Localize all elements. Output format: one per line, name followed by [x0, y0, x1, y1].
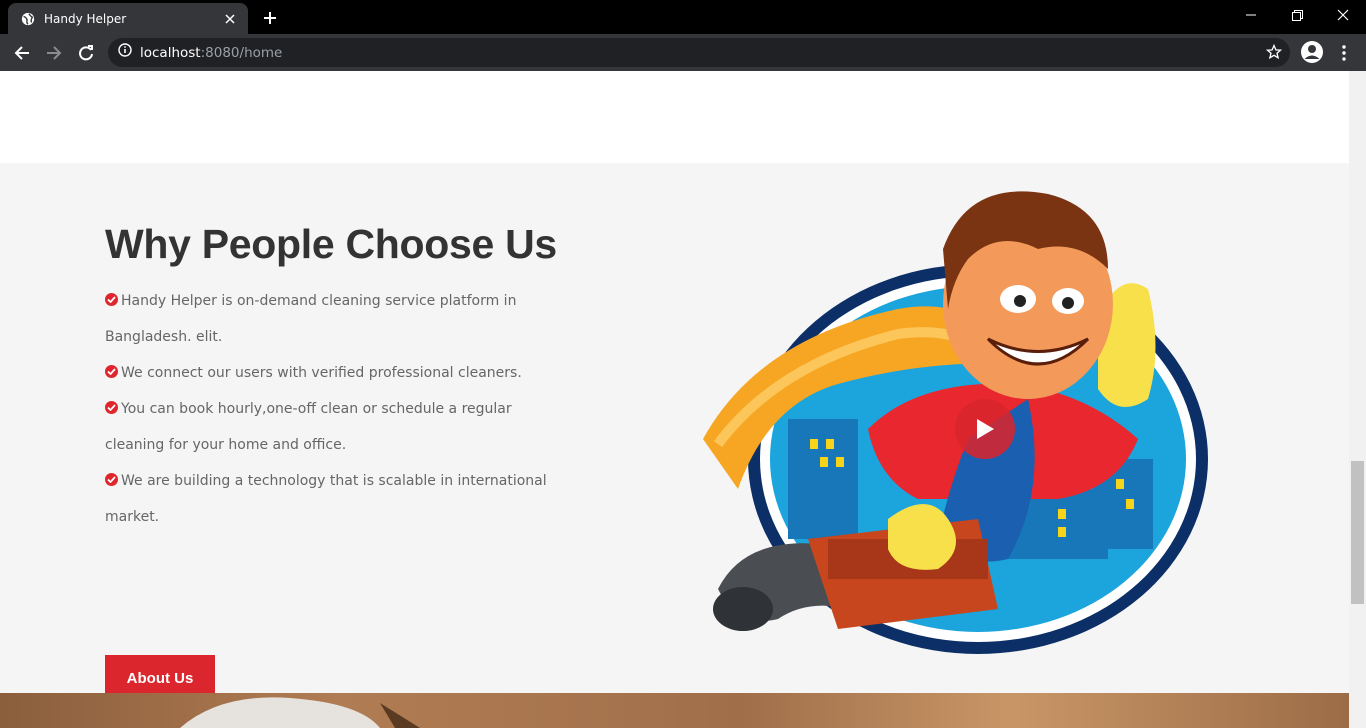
list-item: We are building a technology that is sca… — [105, 463, 575, 535]
url-host: localhost — [140, 44, 201, 61]
address-bar[interactable]: localhost:8080/home — [108, 38, 1290, 67]
play-icon — [977, 419, 994, 439]
browser-tab[interactable]: Handy Helper — [8, 3, 248, 34]
list-item: We connect our users with verified profe… — [105, 355, 575, 391]
reload-icon[interactable] — [73, 40, 99, 66]
check-circle-icon — [105, 473, 118, 486]
profile-icon[interactable] — [1300, 40, 1324, 64]
browser-toolbar: localhost:8080/home — [0, 34, 1366, 71]
reasons-list: Handy Helper is on-demand cleaning servi… — [105, 283, 575, 535]
back-icon[interactable] — [9, 40, 35, 66]
play-video-button[interactable] — [955, 399, 1015, 459]
section-title: Why People Choose Us — [105, 221, 557, 267]
forward-icon[interactable] — [41, 40, 67, 66]
scrollbar-thumb[interactable] — [1351, 461, 1364, 604]
check-circle-icon — [105, 401, 118, 414]
tab-strip: Handy Helper — [0, 0, 1366, 34]
tab-title: Handy Helper — [44, 11, 127, 26]
close-icon[interactable] — [222, 11, 238, 27]
list-item: Handy Helper is on-demand cleaning servi… — [105, 283, 575, 355]
plus-icon[interactable] — [258, 6, 282, 30]
list-item: You can book hourly,one-off clean or sch… — [105, 391, 575, 463]
check-circle-icon — [105, 365, 118, 378]
kebab-icon[interactable] — [1336, 42, 1352, 64]
handyman-mascot-image — [703, 191, 1208, 654]
globe-icon — [20, 11, 36, 27]
list-item-text: We connect our users with verified profe… — [121, 365, 522, 381]
page-scrollbar[interactable] — [1349, 71, 1366, 728]
page-viewport: Why People Choose Us Handy Helper is on-… — [0, 71, 1366, 728]
next-section-banner-image — [0, 693, 1349, 728]
check-circle-icon — [105, 293, 118, 306]
top-spacer — [0, 71, 1349, 163]
info-icon[interactable] — [118, 43, 132, 62]
list-item-text: You can book hourly,one-off clean or sch… — [105, 401, 512, 453]
minimize-icon[interactable] — [1228, 0, 1274, 30]
list-item-text: Handy Helper is on-demand cleaning servi… — [105, 293, 517, 345]
url-path: :8080/home — [200, 44, 283, 61]
url-text: localhost:8080/home — [140, 45, 282, 61]
restore-icon[interactable] — [1274, 0, 1320, 30]
star-icon[interactable] — [1265, 43, 1283, 65]
window-close-icon[interactable] — [1320, 0, 1366, 30]
list-item-text: We are building a technology that is sca… — [105, 473, 547, 525]
